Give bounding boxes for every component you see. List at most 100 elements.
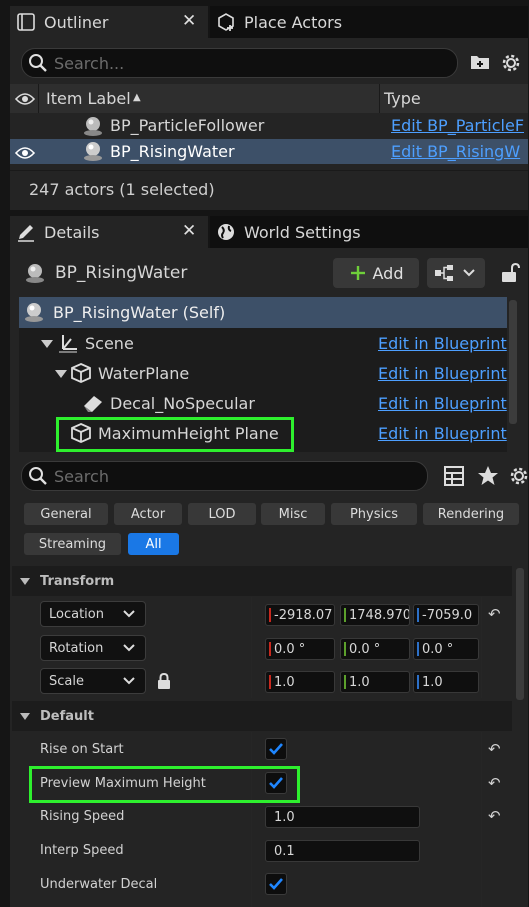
underwater-decal-checkbox[interactable] [265, 873, 287, 895]
rotation-x-input[interactable]: 0.0 ° [265, 638, 335, 660]
rotation-y-input[interactable]: 0.0 ° [340, 638, 410, 660]
actor-name: BP_RisingWater [55, 263, 188, 283]
visibility-eye-icon[interactable] [14, 145, 36, 164]
blueprint-options-button[interactable] [427, 258, 485, 288]
outliner-search-input[interactable]: Search... [21, 48, 458, 78]
location-dropdown[interactable]: Location [40, 601, 146, 627]
scale-y-input[interactable]: 1.0 [340, 671, 410, 693]
tab-world-settings-label: World Settings [244, 222, 361, 242]
collapse-triangle-icon[interactable] [20, 577, 30, 585]
details-search-placeholder: Search [54, 466, 109, 486]
highlight-preview-max-height [29, 766, 300, 803]
scale-dropdown[interactable]: Scale [40, 668, 146, 694]
header-divider [38, 84, 39, 113]
column-type[interactable]: Type [384, 89, 421, 108]
actor-sphere-icon [24, 262, 46, 288]
section-transform-title: Transform [40, 573, 115, 589]
row-label: BP_RisingWater [110, 142, 235, 161]
column-item-label[interactable]: Item Label [46, 89, 131, 108]
add-label: Add [372, 263, 404, 283]
row-divider [12, 631, 512, 632]
tab-outliner-label: Outliner [44, 12, 109, 32]
component-label: Scene [85, 334, 134, 353]
column-divider [251, 732, 252, 907]
filter-misc[interactable]: Misc [261, 503, 325, 525]
chevron-down-icon [123, 610, 135, 618]
filter-streaming[interactable]: Streaming [24, 533, 121, 555]
tab-outliner[interactable]: Outliner ✕ [10, 6, 208, 38]
rising-speed-label: Rising Speed [40, 809, 125, 824]
details-pencil-icon [16, 222, 36, 242]
reset-arrow-icon[interactable]: ↶ [488, 740, 501, 758]
section-transform[interactable]: Transform [12, 566, 512, 596]
favorites-star-icon[interactable] [477, 465, 499, 490]
add-folder-icon[interactable] [470, 52, 490, 76]
reset-arrow-icon[interactable]: ↶ [488, 807, 501, 825]
chevron-down-icon [123, 644, 135, 652]
component-row-self[interactable]: BP_RisingWater (Self) [19, 297, 507, 328]
scale-z-input[interactable]: 1.0 [413, 671, 479, 693]
location-x-input[interactable]: -2918.07 [265, 604, 335, 626]
filter-general[interactable]: General [24, 503, 108, 525]
scale-label: Scale [49, 673, 84, 689]
edit-in-blueprint-link[interactable]: Edit in Blueprint [378, 334, 507, 353]
outliner-status: 247 actors (1 selected) [29, 180, 215, 199]
reset-arrow-icon[interactable]: ↶ [488, 605, 501, 623]
column-divider [251, 597, 252, 698]
component-row-scene[interactable]: Scene Edit in Blueprint [19, 328, 507, 358]
table-row-selected[interactable]: BP_RisingWater Edit BP_RisingW [10, 139, 528, 164]
component-label: BP_RisingWater (Self) [53, 303, 226, 322]
row-divider [12, 867, 512, 868]
tab-world-settings[interactable]: World Settings [210, 216, 528, 248]
filter-physics[interactable]: Physics [331, 503, 417, 525]
component-row-decal[interactable]: Decal_NoSpecular Edit in Blueprint [19, 388, 507, 418]
rotation-label: Rotation [49, 640, 104, 656]
filter-actor[interactable]: Actor [114, 503, 182, 525]
tab-details-label: Details [44, 222, 100, 242]
details-search-input[interactable]: Search [21, 461, 428, 491]
location-y-input[interactable]: 1748.970 [340, 604, 410, 626]
tab-details[interactable]: Details ✕ [10, 216, 208, 248]
rise-on-start-checkbox[interactable] [265, 738, 287, 760]
filter-rendering[interactable]: Rendering [423, 503, 519, 525]
search-icon [29, 467, 47, 485]
table-view-icon[interactable] [444, 466, 464, 490]
actor-sphere-icon [82, 140, 104, 166]
rising-speed-input[interactable]: 1.0 [265, 806, 420, 828]
location-z-input[interactable]: -7059.0 [413, 604, 479, 626]
section-default[interactable]: Default [12, 701, 512, 731]
expand-triangle-icon[interactable] [41, 340, 53, 348]
filter-lod[interactable]: LOD [188, 503, 256, 525]
scale-lock-icon[interactable] [157, 672, 171, 694]
tab-place-actors-label: Place Actors [244, 12, 343, 32]
tab-place-actors[interactable]: Place Actors [210, 6, 528, 38]
component-row-waterplane[interactable]: WaterPlane Edit in Blueprint [19, 358, 507, 388]
collapse-triangle-icon[interactable] [20, 712, 30, 720]
edit-in-blueprint-link[interactable]: Edit in Blueprint [378, 424, 507, 443]
outliner-search-placeholder: Search... [54, 53, 125, 73]
close-outliner-icon[interactable]: ✕ [182, 11, 196, 31]
table-row[interactable]: BP_ParticleFollower Edit BP_ParticleF [10, 113, 528, 138]
highlight-maxheight-plane [56, 417, 294, 452]
rotation-dropdown[interactable]: Rotation [40, 635, 146, 661]
component-tree-scrollbar[interactable] [509, 300, 517, 424]
static-mesh-cube-icon [71, 363, 91, 383]
rotation-z-input[interactable]: 0.0 ° [413, 638, 479, 660]
details-scrollbar[interactable] [516, 568, 524, 700]
settings-gear-icon[interactable] [500, 52, 522, 78]
row-type-link[interactable]: Edit BP_ParticleF [391, 116, 524, 135]
reset-arrow-icon[interactable]: ↶ [488, 774, 501, 792]
expand-triangle-icon[interactable] [55, 370, 67, 378]
visibility-eye-icon[interactable] [14, 91, 36, 110]
filter-all[interactable]: All [128, 533, 179, 555]
lock-open-icon[interactable] [500, 262, 520, 288]
interp-speed-input[interactable]: 0.1 [265, 840, 420, 862]
add-component-button[interactable]: Add [333, 258, 419, 288]
scale-x-input[interactable]: 1.0 [265, 671, 335, 693]
column-divider [481, 732, 482, 907]
close-details-icon[interactable]: ✕ [182, 221, 196, 241]
row-type-link[interactable]: Edit BP_RisingW [391, 142, 524, 161]
edit-in-blueprint-link[interactable]: Edit in Blueprint [378, 394, 507, 413]
settings-gear-icon[interactable] [508, 465, 529, 491]
edit-in-blueprint-link[interactable]: Edit in Blueprint [378, 364, 507, 383]
